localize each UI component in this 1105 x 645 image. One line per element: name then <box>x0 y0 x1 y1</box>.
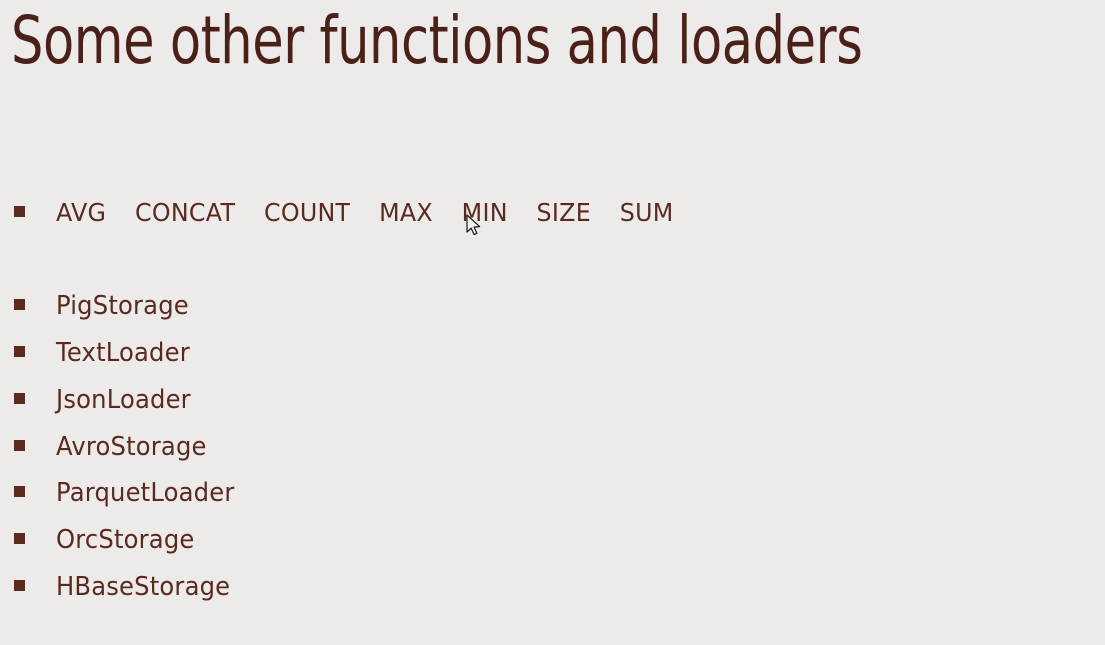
square-bullet-icon <box>14 533 25 544</box>
list-item: TextLoader <box>14 339 197 368</box>
loader-label: AvroStorage <box>56 432 207 462</box>
square-bullet-icon <box>14 486 25 497</box>
slide-canvas: Some other functions and loaders AVG CON… <box>0 0 1105 645</box>
list-item: OrcStorage <box>14 526 202 555</box>
loader-label: PigStorage <box>56 291 189 321</box>
function-item-count: COUNT <box>263 198 351 227</box>
function-item-avg: AVG <box>56 198 107 227</box>
function-item-max: MAX <box>379 198 433 227</box>
list-item: PigStorage <box>14 292 196 321</box>
loader-label: ParquetLoader <box>56 478 235 508</box>
list-item: HBaseStorage <box>14 573 239 602</box>
square-bullet-icon <box>14 206 25 217</box>
list-item: ParquetLoader <box>14 479 244 508</box>
loader-label: HBaseStorage <box>56 572 231 602</box>
square-bullet-icon <box>14 440 25 451</box>
bullet-row-functions: AVG CONCAT COUNT MAX MIN SIZE SUM <box>14 198 706 227</box>
function-item-size: SIZE <box>536 198 592 227</box>
loader-label: TextLoader <box>56 338 190 368</box>
square-bullet-icon <box>14 299 25 310</box>
loader-label: JsonLoader <box>56 385 191 415</box>
list-item: JsonLoader <box>14 386 198 415</box>
square-bullet-icon <box>14 346 25 357</box>
square-bullet-icon <box>14 393 25 404</box>
function-item-concat: CONCAT <box>134 198 236 227</box>
slide-body: AVG CONCAT COUNT MAX MIN SIZE SUM PigSto… <box>0 0 1105 645</box>
function-item-min: MIN <box>461 198 508 227</box>
square-bullet-icon <box>14 580 25 591</box>
functions-list: AVG CONCAT COUNT MAX MIN SIZE SUM <box>56 198 674 227</box>
loader-label: OrcStorage <box>56 525 195 555</box>
list-item: AvroStorage <box>14 433 215 462</box>
function-item-sum: SUM <box>619 198 674 227</box>
